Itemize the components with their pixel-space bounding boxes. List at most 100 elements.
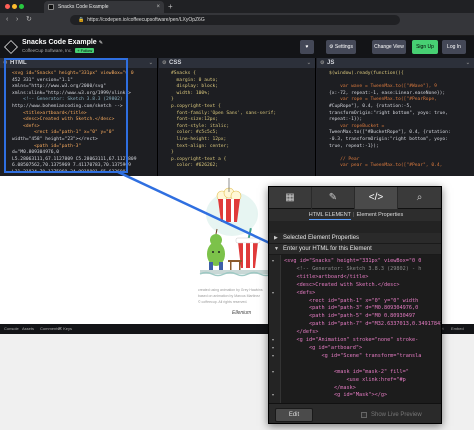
code-text: #CupRope"], 0.4, {rotation:-5, (329, 103, 412, 109)
code-line: width: 100%; (163, 91, 312, 98)
browser-chrome: Snacks Code Example × + ‹ › ↻ 🔒 https://c… (0, 0, 474, 36)
fold-arrow-icon[interactable]: ▾ (272, 345, 274, 350)
show-live-preview-checkbox[interactable] (361, 412, 367, 418)
code-line: color: #626262; (163, 163, 312, 170)
pane-collapse-icon[interactable]: ⌄ (149, 58, 153, 68)
css-code[interactable]: #Snacks { margin: 0 auto; display: block… (159, 68, 315, 170)
code-text: {x:-72, repeat:-1, ease:Linear.easeNone}… (329, 90, 446, 96)
pane-settings-icon[interactable]: ⚙ (320, 58, 324, 68)
back-icon[interactable]: ‹ (6, 15, 8, 25)
html-code-lines[interactable]: <svg id="Snacks" height="331px" viewBox=… (284, 258, 442, 400)
close-window-icon[interactable] (5, 4, 10, 9)
tab-html-element[interactable]: HTML ELEMENT (308, 212, 352, 220)
panel-code-line: <path id="path-7" d="M32.6337013,0.34917… (284, 321, 442, 328)
credit-line: based on animation by Marcus Martinez (198, 294, 261, 298)
section-label: Selected Element Properties (283, 235, 360, 241)
fold-arrow-icon[interactable]: ▾ (272, 337, 274, 342)
code-line: } (163, 150, 312, 157)
code-text: // Pear (329, 156, 360, 162)
reload-icon[interactable]: ↻ (26, 15, 32, 25)
code-text: var rope = TweenMax.to(["#PearRope, (329, 97, 437, 103)
code-text: width: 100%; (171, 90, 210, 96)
heart-button[interactable]: ♥ (300, 40, 314, 54)
code-text: #Snacks { (171, 71, 196, 76)
edit-title-icon[interactable]: ✎ (99, 40, 103, 46)
panel-code-line: <g id="Scene" transform="transla (284, 352, 422, 359)
fold-arrow-icon[interactable]: ▾ (272, 290, 274, 295)
code-text: var wave = TweenMax.to(["#Wave"], 9 (329, 84, 437, 90)
grid-icon[interactable]: ▦ (269, 187, 312, 209)
code-line: text-align: center; (163, 144, 312, 151)
browser-tab[interactable]: Snacks Code Example × (44, 1, 164, 13)
author-name[interactable]: CoffeeCup Software, Inc. (22, 48, 72, 53)
fold-arrow-icon[interactable]: ▾ (272, 353, 274, 358)
popcorn-bucket (216, 178, 242, 222)
chair-leg (239, 262, 241, 270)
selected-element-properties-section[interactable]: ▶ Selected Element Properties (269, 233, 441, 244)
code-text: font-family:'Open Sans', sans-serif; (171, 110, 277, 116)
minimize-window-icon[interactable] (12, 4, 17, 9)
panel-code-line: <use xlink:href="#p (284, 376, 406, 383)
code-text: display: block; (171, 84, 219, 90)
code-text: var pear = TweenMax.to(["#Pear", 0.4, (329, 163, 443, 169)
code-text: font-size:12px; (171, 117, 219, 123)
code-line: var pear = TweenMax.to(["#Pear", 0.4, (321, 163, 471, 170)
new-tab-button[interactable]: + (168, 1, 173, 12)
pane-collapse-icon[interactable]: ⌄ (307, 58, 311, 68)
code-text: transformOrigin:"right bottom", yoyo: tr… (329, 110, 448, 116)
maximize-window-icon[interactable] (19, 4, 24, 9)
code-line: repeat:-1}); (321, 117, 471, 124)
footer-item[interactable]: Console (4, 324, 19, 334)
js-pane-header: ⚙ JS ⌄ (317, 58, 474, 68)
tab-separator: | (353, 212, 355, 218)
tab-element-properties[interactable]: Element Properties (356, 212, 403, 218)
footer-action[interactable]: Embed (451, 324, 464, 334)
code-line: var wave = TweenMax.to(["#Wave"], 9 (321, 84, 471, 91)
fold-arrow-icon[interactable]: ▾ (272, 369, 274, 374)
panel-code-line: </defs> (284, 329, 319, 336)
follow-button[interactable]: + Follow (75, 48, 95, 53)
html-element-panel: ▦ ✎ </> ⌕ HTML ELEMENT | Element Propertie… (268, 186, 442, 424)
pane-collapse-icon[interactable]: ⌄ (466, 58, 470, 68)
settings-button[interactable]: ⚙ Settings (326, 40, 356, 54)
panel-code-line: <g id="artboard"> (284, 344, 363, 351)
change-view-button[interactable]: Change View (372, 40, 406, 54)
footer-item[interactable]: Comments (40, 324, 59, 334)
js-code[interactable]: $(window).ready(function(){ var wave = T… (317, 68, 474, 170)
css-pane[interactable]: ⚙ CSS ⌄ #Snacks { margin: 0 auto; display:… (159, 58, 316, 176)
footer-item[interactable]: ⌘ Keys (58, 324, 72, 334)
js-pane[interactable]: ⚙ JS ⌄ $(window).ready(function(){ var wav… (317, 58, 474, 176)
html-code-editor[interactable]: ▾ ▾ ▾ ▾ ▾ ▾ ▾ <svg id="Snacks" height="331px" … (269, 255, 442, 403)
fold-arrow-icon[interactable]: ▾ (272, 258, 274, 263)
code-text: margin: 0 auto; (171, 77, 219, 83)
signup-button[interactable]: Sign Up (412, 40, 438, 54)
pane-settings-icon[interactable]: ⚙ (162, 58, 166, 68)
panel-code-line: <rect id="path-1" x="0" y="0" width (284, 297, 419, 304)
panel-tabs: HTML ELEMENT | Element Properties (269, 209, 441, 221)
login-button[interactable]: Log In (442, 40, 466, 54)
code-line: TweenMax.to(["#BucketRope"], 0.4, {rotat… (321, 130, 471, 137)
url-bar[interactable]: 🔒 https://codepen.io/coffeecupsoftware/pe… (70, 15, 400, 25)
code-text: p.copyright-text a { (171, 156, 227, 162)
edit-button[interactable]: Edit (275, 408, 313, 422)
code-line: display: block; (163, 84, 312, 91)
brand-mark: Ellenium (232, 310, 252, 316)
tab-title: Snacks Code Example (58, 4, 109, 10)
codepen-logo-icon[interactable] (4, 40, 18, 54)
enter-html-section[interactable]: ▼ Enter your HTML for this Element (269, 244, 441, 255)
code-icon[interactable]: </> (355, 187, 398, 209)
forward-icon[interactable]: › (16, 15, 18, 25)
tab-bar: Snacks Code Example × + (0, 0, 474, 13)
footer-item[interactable]: Assets (22, 324, 34, 334)
tab-close-icon[interactable]: × (156, 1, 160, 13)
code-line: color: #c5c5c5; (163, 130, 312, 137)
fold-arrow-icon[interactable]: ▾ (272, 392, 274, 397)
code-text: p.copyright-text { (171, 103, 221, 109)
code-line: -0.3, transformOrigin:"right bottom", yo… (321, 137, 471, 144)
brush-icon[interactable]: ✎ (312, 187, 355, 209)
pen-title: Snacks Code Example ✎ (22, 39, 103, 46)
panel-code-line: <mask id="mask-2" fill=" (284, 368, 409, 375)
inspect-icon[interactable]: ⌕ (398, 187, 441, 209)
credit-line: created using animation by Grey Hawkins (198, 288, 263, 292)
code-line: p.copyright-text { (163, 104, 312, 111)
